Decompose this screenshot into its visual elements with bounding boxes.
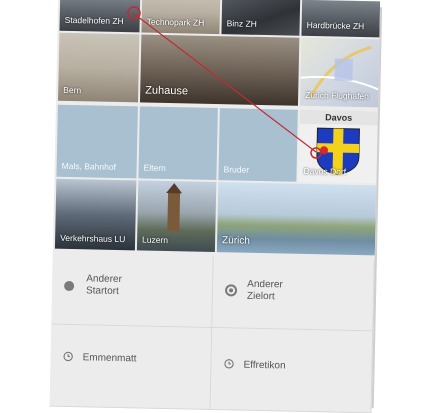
tile-label: Technopark ZH xyxy=(146,16,205,28)
tile-stadelhofen[interactable]: Stadelhofen ZH xyxy=(59,0,141,33)
other-destination-line2: Zielort xyxy=(246,290,275,303)
tile-verkehrshaus[interactable]: Verkehrshaus LU xyxy=(54,178,137,251)
tile-mals-bahnhof[interactable]: Mals, Bahnhof xyxy=(56,104,138,179)
recent-label: Effretikon xyxy=(243,359,286,372)
other-start-line2: Startort xyxy=(85,285,119,298)
tile-eltern[interactable]: Eltern xyxy=(138,106,218,181)
tile-label: Zürich xyxy=(221,235,251,247)
history-icon xyxy=(224,359,234,369)
other-destination-label: Anderer Zielort xyxy=(247,279,283,304)
tile-label: Davos Dorf xyxy=(303,165,347,177)
tile-hardbruecke[interactable]: Hardbrücke ZH xyxy=(301,0,381,38)
tile-label: Bruder xyxy=(223,164,250,175)
location-options-row: Anderer Startort Anderer Zielort xyxy=(51,252,375,332)
history-icon xyxy=(63,351,73,362)
tile-label: Bern xyxy=(63,84,82,96)
other-start-button[interactable]: Anderer Startort xyxy=(51,252,214,328)
davos-header: Davos xyxy=(299,109,378,126)
tile-label: Stadelhofen ZH xyxy=(64,14,124,27)
phone-screen: Stadelhofen ZH Technopark ZH Binz ZH Har… xyxy=(49,0,381,413)
tile-zuhause[interactable]: Zuhause xyxy=(139,34,300,106)
tile-label: Eltern xyxy=(143,162,166,173)
tile-label: Hardbrücke ZH xyxy=(306,19,365,32)
other-start-line1: Anderer xyxy=(86,273,122,286)
tile-label: Zuhause xyxy=(145,84,189,98)
tile-technopark[interactable]: Technopark ZH xyxy=(141,0,221,35)
tile-binz[interactable]: Binz ZH xyxy=(221,0,301,36)
tile-zuerich[interactable]: Zürich xyxy=(216,182,377,256)
tile-label: Mals, Bahnhof xyxy=(61,160,117,172)
tile-label: Zürich Flughafen xyxy=(305,89,370,102)
recent-label: Emmenmatt xyxy=(82,352,137,365)
recent-item[interactable]: Effretikon xyxy=(210,327,374,413)
other-start-label: Anderer Startort xyxy=(86,273,122,298)
tile-label: Binz ZH xyxy=(226,18,257,29)
tile-zuerich-flughafen[interactable]: Zürich Flughafen xyxy=(299,37,380,108)
other-destination-button[interactable]: Anderer Zielort xyxy=(212,256,375,332)
tile-bern[interactable]: Bern xyxy=(58,32,140,103)
target-icon xyxy=(224,284,238,297)
tile-bruder[interactable]: Bruder xyxy=(218,108,298,182)
dot-icon xyxy=(64,280,75,292)
tile-label: Verkehrshaus LU xyxy=(60,232,126,245)
recent-item[interactable]: Emmenmatt xyxy=(49,324,213,410)
tile-davos[interactable]: Davos Davos Dorf xyxy=(298,109,378,184)
tile-label: Luzern xyxy=(142,234,169,246)
tile-luzern[interactable]: Luzern xyxy=(136,180,217,253)
other-destination-line1: Anderer xyxy=(247,278,283,291)
recent-row: Emmenmatt Effretikon xyxy=(49,324,374,413)
